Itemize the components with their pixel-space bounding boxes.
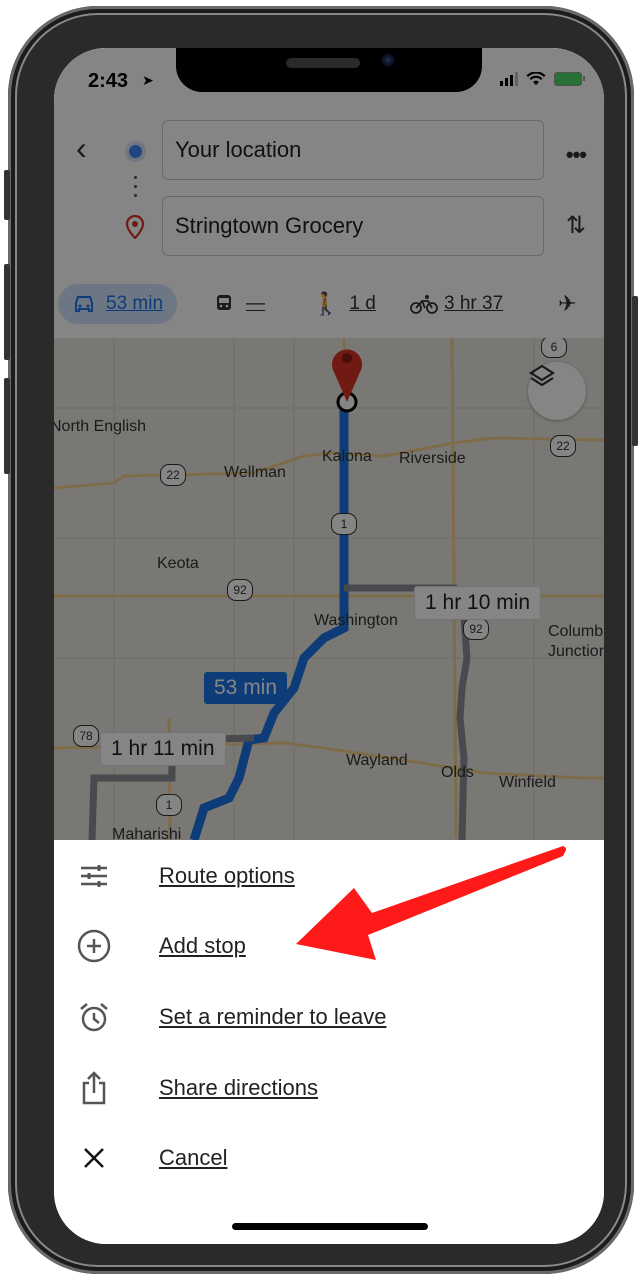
mute-switch: [4, 170, 10, 220]
volume-up-button: [4, 264, 10, 360]
notch: [176, 48, 482, 92]
phone-frame: 2:43 ➤ ‹ Your location Stringtown Grocer…: [4, 6, 638, 1274]
volume-down-button: [4, 378, 10, 474]
power-button: [632, 296, 638, 446]
speaker: [286, 58, 360, 68]
camera: [382, 54, 394, 66]
screen: 2:43 ➤ ‹ Your location Stringtown Grocer…: [54, 48, 604, 1244]
annotation-arrow-icon: [296, 846, 567, 960]
